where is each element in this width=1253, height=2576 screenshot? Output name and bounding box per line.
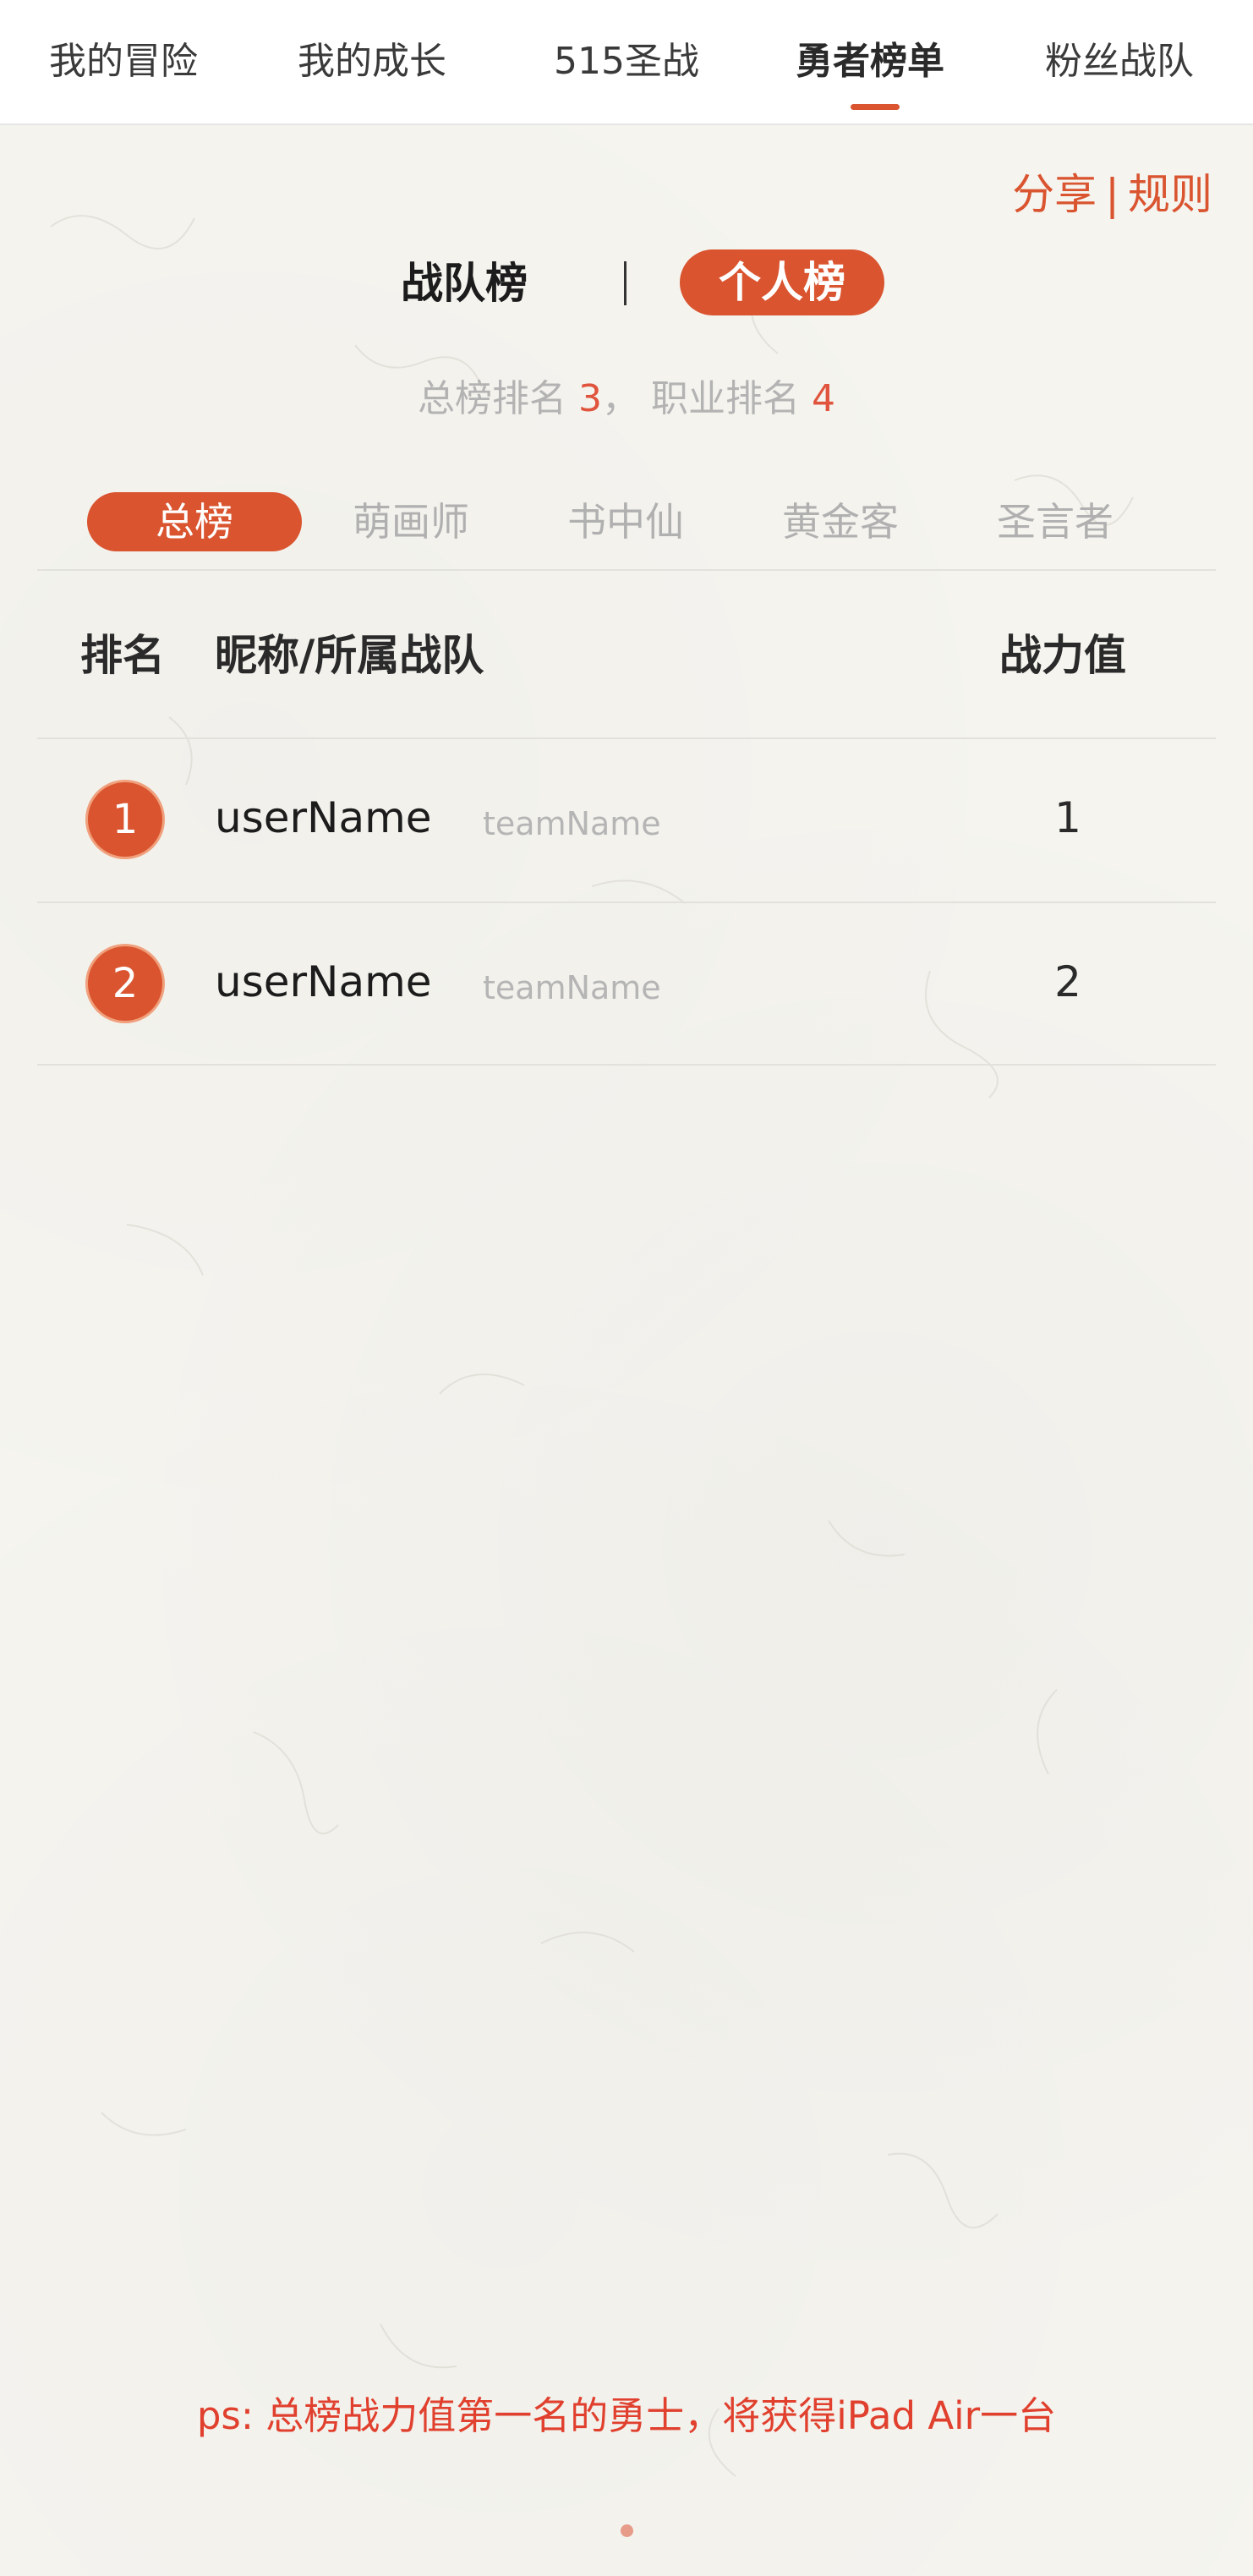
board-toggle: 战队榜 个人榜 <box>0 249 1253 317</box>
class-rank-value: 4 <box>812 377 835 420</box>
nav-tab-fan-team[interactable]: 粉丝战队 <box>1045 32 1194 91</box>
category-tab-illustrator[interactable]: 萌画师 <box>304 492 518 551</box>
page-indicator-dot <box>621 2524 633 2537</box>
divider <box>37 569 1216 571</box>
rank-separator: ， <box>602 377 639 420</box>
share-rules-links: 分享 | 规则 <box>1012 161 1212 222</box>
nav-tab-my-growth[interactable]: 我的成长 <box>298 32 446 91</box>
power-value: 2 <box>1054 957 1081 1006</box>
power-value: 1 <box>1054 793 1081 842</box>
top-nav: 我的冒险 我的成长 515圣战 勇者榜单 粉丝战队 <box>0 0 1253 125</box>
header-name-team: 昵称/所属战队 <box>215 631 484 680</box>
rank-summary: 总榜排名 3， 职业排名 4 <box>0 368 1253 422</box>
rank-badge: 1 <box>85 780 165 859</box>
class-rank-label: 职业排名 <box>651 377 800 420</box>
active-tab-indicator <box>851 104 900 110</box>
category-tab-book-immortal[interactable]: 书中仙 <box>518 492 733 551</box>
header-rank: 排名 <box>80 631 165 680</box>
header-power: 战力值 <box>999 631 1126 680</box>
user-name: userName <box>215 957 432 1006</box>
prize-footnote: ps: 总榜战力值第一名的勇士，将获得iPad Air一台 <box>196 2393 1057 2438</box>
team-name: teamName <box>483 969 661 1006</box>
share-link[interactable]: 分享 <box>1012 161 1097 222</box>
table-row[interactable]: 1 userName teamName 1 <box>0 739 1253 902</box>
nav-tab-515-battle[interactable]: 515圣战 <box>554 32 699 91</box>
nav-tab-hero-ranking[interactable]: 勇者榜单 <box>796 32 944 91</box>
overall-rank-value: 3 <box>578 377 602 420</box>
toggle-divider <box>624 261 626 305</box>
team-name: teamName <box>483 805 661 842</box>
category-tab-gold-guest[interactable]: 黄金客 <box>733 492 948 551</box>
overall-rank-label: 总榜排名 <box>418 377 566 420</box>
category-tab-holy-speaker[interactable]: 圣言者 <box>948 492 1163 551</box>
team-board-tab[interactable]: 战队榜 <box>401 249 528 317</box>
nav-tab-my-adventure[interactable]: 我的冒险 <box>49 32 198 91</box>
user-name: userName <box>215 793 432 842</box>
personal-board-tab[interactable]: 个人榜 <box>680 249 884 315</box>
category-tab-overall[interactable]: 总榜 <box>87 492 302 551</box>
link-separator: | <box>1105 170 1119 219</box>
table-row[interactable]: 2 userName teamName 2 <box>0 903 1253 1066</box>
divider <box>37 1064 1216 1066</box>
rank-badge: 2 <box>85 944 165 1023</box>
rules-link[interactable]: 规则 <box>1128 161 1212 222</box>
